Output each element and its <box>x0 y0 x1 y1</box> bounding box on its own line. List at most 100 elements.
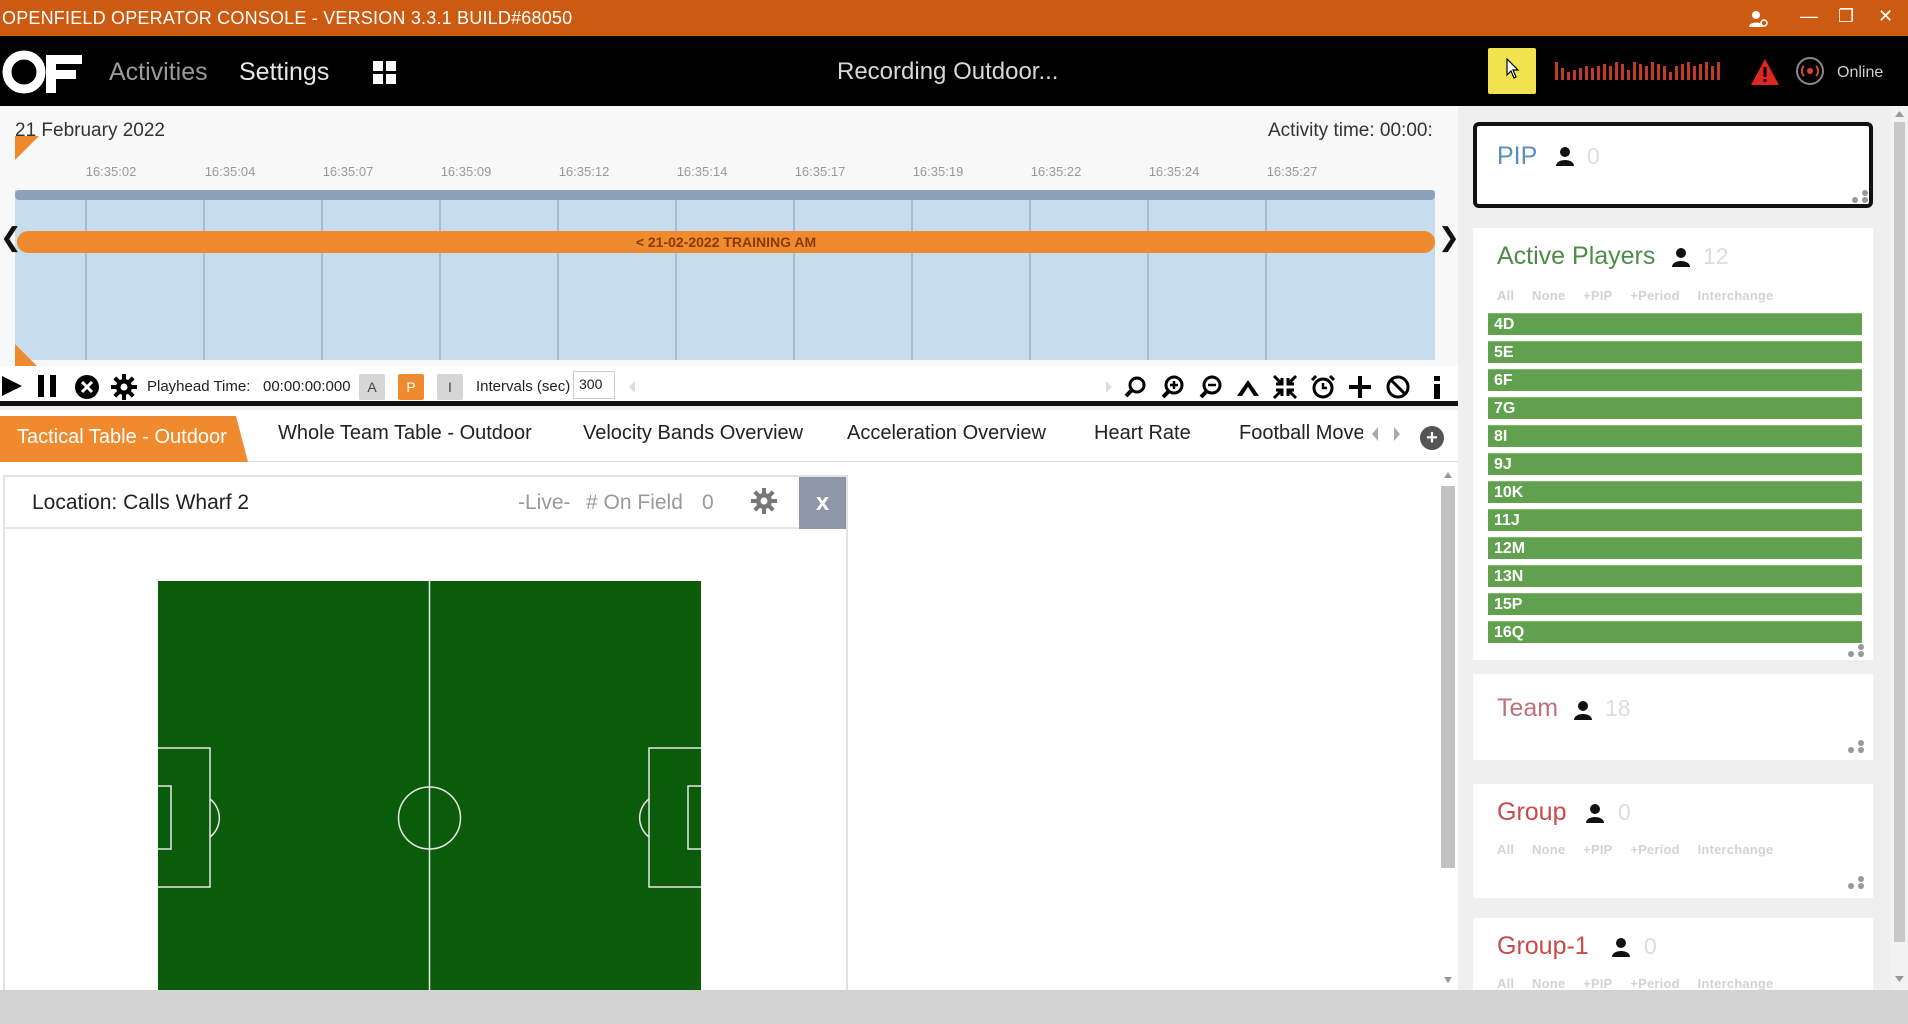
warning-icon[interactable] <box>1750 58 1780 86</box>
session-bar[interactable]: < 21-02-2022 TRAINING AM <box>17 231 1435 253</box>
player-row[interactable]: 6F <box>1488 369 1862 391</box>
team-card[interactable]: Team 18 <box>1473 674 1873 760</box>
filter-all[interactable]: All <box>1497 288 1514 303</box>
search-icon[interactable] <box>1123 374 1149 400</box>
tab-scroll-right-icon[interactable] <box>1392 426 1402 442</box>
info-icon[interactable] <box>1424 374 1450 400</box>
tab-acceleration[interactable]: Acceleration Overview <box>847 422 1046 445</box>
timeline-track[interactable] <box>15 190 1435 360</box>
panel-location: Location: Calls Wharf 2 <box>32 491 250 514</box>
filter-interchange[interactable]: Interchange <box>1698 976 1774 990</box>
resize-handle-icon[interactable] <box>1845 876 1869 890</box>
resize-handle-icon[interactable] <box>1845 740 1869 754</box>
timeline-next-arrow[interactable]: ❯ <box>1438 222 1460 253</box>
group-count: 0 <box>1618 799 1631 825</box>
player-row[interactable]: 16Q <box>1488 621 1862 643</box>
zoom-out-icon[interactable] <box>1198 374 1224 400</box>
group-card[interactable]: Group 0 All None +PIP +Period Interchang… <box>1473 784 1873 898</box>
stop-icon[interactable] <box>74 374 100 400</box>
player-row[interactable]: 9J <box>1488 453 1862 475</box>
alarm-clock-icon[interactable] <box>1310 374 1336 400</box>
close-window-button[interactable]: ✕ <box>1878 6 1893 27</box>
zoom-in-icon[interactable] <box>1160 374 1186 400</box>
pip-title: PIP <box>1497 142 1538 170</box>
chevron-up-icon[interactable] <box>1235 374 1261 400</box>
tab-scroll-left-icon[interactable] <box>1370 426 1380 442</box>
close-panel-button[interactable]: x <box>799 477 846 529</box>
player-row[interactable]: 4D <box>1488 313 1862 335</box>
player-row[interactable]: 10K <box>1488 481 1862 503</box>
add-tab-button[interactable]: + <box>1420 426 1444 450</box>
timeline-prev-arrow[interactable]: ❮ <box>0 222 22 253</box>
scroll-thumb[interactable] <box>1894 122 1905 942</box>
mode-a-button[interactable]: A <box>359 374 385 400</box>
sidebar-scrollbar[interactable] <box>1891 106 1908 990</box>
timeline-range-bar[interactable] <box>15 190 1435 200</box>
tab-tactical-table[interactable]: Tactical Table - Outdoor <box>0 416 248 462</box>
tab-whole-team-table[interactable]: Whole Team Table - Outdoor <box>278 422 532 445</box>
range-end-marker[interactable] <box>15 344 37 366</box>
collapse-icon[interactable] <box>1272 374 1298 400</box>
pause-icon[interactable] <box>36 374 60 398</box>
tab-heart-rate[interactable]: Heart Rate <box>1094 422 1191 445</box>
scroll-thumb[interactable] <box>1441 486 1455 868</box>
filter-pip[interactable]: +PIP <box>1583 842 1612 857</box>
scroll-up-icon[interactable] <box>1894 109 1905 119</box>
filter-period[interactable]: +Period <box>1630 842 1679 857</box>
intervals-input[interactable]: 300 <box>573 371 615 399</box>
scroll-down-icon[interactable] <box>1443 975 1453 985</box>
football-pitch[interactable] <box>158 581 701 992</box>
active-players-count: 12 <box>1703 243 1729 269</box>
range-start-marker[interactable] <box>15 136 39 160</box>
panel-header: Location: Calls Wharf 2 -Live- # On Fiel… <box>5 477 846 529</box>
player-row[interactable]: 11J <box>1488 509 1862 531</box>
timeline[interactable]: 21 February 2022 Activity time: 00:00: 1… <box>0 106 1460 366</box>
player-row[interactable]: 8I <box>1488 425 1862 447</box>
pip-card[interactable]: PIP 0 <box>1473 122 1873 208</box>
tick-label: 16:35:17 <box>794 164 846 179</box>
filter-pip[interactable]: +PIP <box>1583 976 1612 990</box>
restore-button[interactable]: ❐ <box>1838 6 1854 27</box>
user-settings-icon[interactable] <box>1748 10 1768 28</box>
filter-all[interactable]: All <box>1497 842 1514 857</box>
player-row[interactable]: 15P <box>1488 593 1862 615</box>
gear-icon[interactable] <box>750 487 778 515</box>
filter-interchange[interactable]: Interchange <box>1698 842 1774 857</box>
mode-i-button[interactable]: I <box>437 374 463 400</box>
broadcast-icon[interactable] <box>1795 56 1825 86</box>
openfield-logo <box>2 50 82 94</box>
block-icon[interactable] <box>1385 374 1411 400</box>
filter-interchange[interactable]: Interchange <box>1698 288 1774 303</box>
filter-pip[interactable]: +PIP <box>1583 288 1612 303</box>
resize-handle-icon[interactable] <box>1845 644 1869 658</box>
filter-none[interactable]: None <box>1532 976 1565 990</box>
player-row[interactable]: 12M <box>1488 537 1862 559</box>
filter-none[interactable]: None <box>1532 288 1565 303</box>
minimize-button[interactable]: — <box>1800 6 1818 27</box>
nav-settings[interactable]: Settings <box>239 58 329 87</box>
mode-p-button[interactable]: P <box>398 374 424 400</box>
resize-handle-icon[interactable] <box>1849 190 1873 204</box>
group-1-card[interactable]: Group-1 0 All None +PIP +Period Intercha… <box>1473 918 1873 990</box>
nav-activities[interactable]: Activities <box>109 58 208 87</box>
gear-icon[interactable] <box>111 374 137 400</box>
content-scrollbar[interactable] <box>1440 470 1456 990</box>
player-row[interactable]: 7G <box>1488 397 1862 419</box>
dashboard-grid-icon[interactable] <box>373 61 397 85</box>
filter-none[interactable]: None <box>1532 842 1565 857</box>
scroll-down-icon[interactable] <box>1894 974 1905 984</box>
chevron-right-icon[interactable] <box>1104 380 1114 394</box>
player-row[interactable]: 13N <box>1488 565 1862 587</box>
scroll-up-icon[interactable] <box>1443 470 1453 480</box>
filter-all[interactable]: All <box>1497 976 1514 990</box>
plus-icon[interactable] <box>1347 374 1373 400</box>
chevron-left-icon[interactable] <box>627 380 637 394</box>
tick-label: 16:35:12 <box>558 164 610 179</box>
player-row[interactable]: 5E <box>1488 341 1862 363</box>
tick-label: 16:35:14 <box>676 164 728 179</box>
play-icon[interactable] <box>0 374 24 398</box>
tab-football-move[interactable]: Football Move <box>1239 422 1363 445</box>
filter-period[interactable]: +Period <box>1630 976 1679 990</box>
tab-velocity-bands[interactable]: Velocity Bands Overview <box>583 422 803 445</box>
filter-period[interactable]: +Period <box>1630 288 1679 303</box>
